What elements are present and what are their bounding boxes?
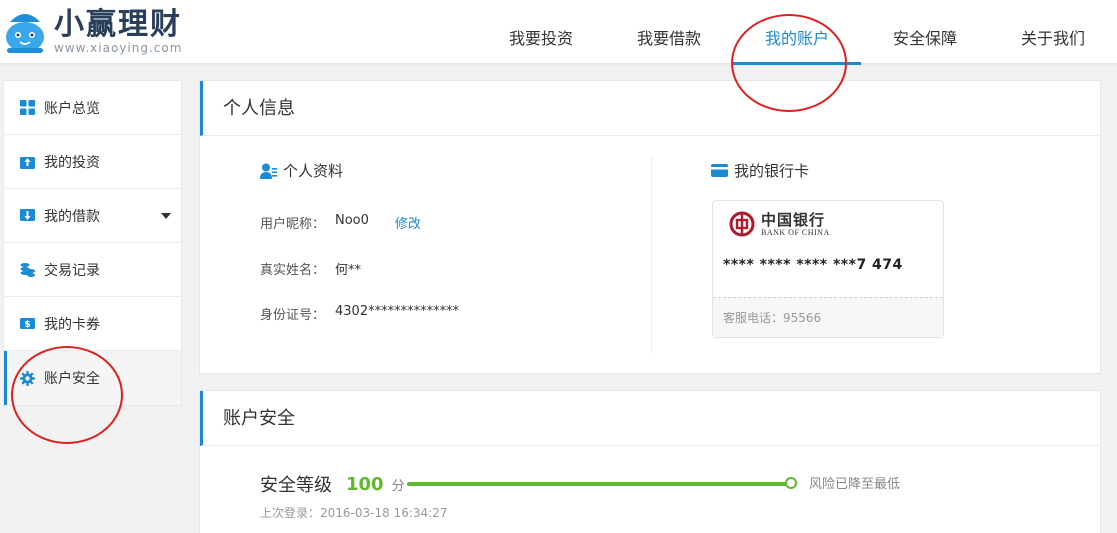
top-header: 小赢理财 www.xiaoying.com 我要投资 我要借款 我的账户 安全保… [0, 0, 1117, 65]
sidebar-item-label: 交易记录 [44, 262, 100, 279]
id-number-label: 身份证号： [260, 308, 326, 323]
coupon-icon: $ [20, 316, 35, 331]
security-score-unit: 分 [391, 478, 405, 494]
bankcard-title: 我的银行卡 [734, 162, 810, 180]
column-divider [651, 157, 652, 353]
nav-invest[interactable]: 我要投资 [477, 0, 605, 64]
nickname-label: 用户昵称： [260, 217, 326, 232]
profile-heading: 个人资料 [260, 160, 343, 181]
security-level-label: 安全等级 [260, 475, 332, 496]
realname-label: 真实姓名： [260, 263, 326, 278]
nickname-value: Noo0 [335, 213, 369, 228]
svg-text:$: $ [24, 320, 30, 330]
bankcard-heading: 我的银行卡 [711, 160, 809, 181]
sidebar-item-label: 我的投资 [44, 154, 100, 171]
chevron-down-icon[interactable] [161, 213, 171, 219]
realname-row: 真实姓名： 何** [260, 259, 361, 278]
bank-name-en: BANK OF CHINA [761, 227, 830, 237]
loan-icon [20, 208, 35, 223]
sidebar-item-coupons[interactable]: $ 我的卡券 [4, 297, 181, 351]
panel-title-security: 账户安全 [200, 391, 1100, 446]
account-sidebar: 账户总览 我的投资 我的借款 交易记录 $ 我的卡券 账户安全 [3, 80, 182, 406]
security-progress-bar [407, 482, 791, 486]
nav-borrow[interactable]: 我要借款 [605, 0, 733, 64]
profile-title: 个人资料 [283, 162, 344, 180]
gear-icon [20, 370, 35, 386]
sidebar-item-investments[interactable]: 我的投资 [4, 135, 181, 189]
mascot-icon [4, 8, 46, 54]
main-nav: 我要投资 我要借款 我的账户 安全保障 关于我们 [477, 0, 1117, 65]
bank-name-cn: 中国银行 [761, 210, 826, 229]
personal-info-panel: 个人信息 个人资料 用户昵称： Noo0 修改 真实姓名： 何** 身份证号： … [199, 80, 1101, 374]
id-number-row: 身份证号： 4302************** [260, 304, 459, 323]
bank-of-china-logo: 中国银行 BANK OF CHINA [729, 211, 830, 237]
sidebar-item-overview[interactable]: 账户总览 [4, 81, 181, 135]
nav-security[interactable]: 安全保障 [861, 0, 989, 64]
bank-card[interactable]: 中国银行 BANK OF CHINA **** **** **** ***7 4… [712, 200, 944, 338]
grid-icon [20, 100, 35, 115]
card-number: **** **** **** ***7 474 [723, 257, 903, 273]
invest-icon [20, 154, 35, 169]
nav-my-account[interactable]: 我的账户 [733, 0, 861, 65]
realname-value: 何** [335, 263, 362, 278]
account-security-panel: 账户安全 安全等级 100 分 风险已降至最低 上次登录：2016-03-18 … [199, 390, 1101, 533]
panel-title-personal: 个人信息 [200, 81, 1100, 136]
sidebar-item-label: 账户安全 [44, 371, 100, 387]
brand-title: 小赢理财 [54, 7, 182, 42]
security-risk-text: 风险已降至最低 [809, 477, 901, 492]
last-login-time: 上次登录：2016-03-18 16:34:27 [260, 506, 448, 520]
sidebar-item-account-security[interactable]: 账户安全 [4, 351, 181, 405]
brand-url: www.xiaoying.com [54, 41, 183, 55]
sidebar-item-label: 账户总览 [44, 100, 100, 117]
security-level: 安全等级 100 分 [260, 471, 405, 497]
sidebar-item-label: 我的借款 [44, 208, 100, 225]
sidebar-item-transactions[interactable]: 交易记录 [4, 243, 181, 297]
security-score: 100 [346, 473, 384, 495]
user-card-icon [260, 163, 277, 179]
edit-nickname-link[interactable]: 修改 [395, 213, 421, 232]
sidebar-item-label: 我的卡券 [44, 316, 100, 333]
id-number-value: 4302************** [335, 304, 460, 319]
coins-icon [20, 262, 35, 277]
brand-logo[interactable]: 小赢理财 www.xiaoying.com [4, 8, 182, 54]
nav-about[interactable]: 关于我们 [989, 0, 1117, 64]
bank-service-phone: 客服电话：95566 [713, 297, 943, 337]
bank-card-icon [711, 164, 728, 177]
security-progress-end-dot [785, 477, 797, 489]
bank-of-china-icon [729, 211, 755, 237]
nickname-row: 用户昵称： Noo0 修改 [260, 213, 421, 232]
sidebar-item-loans[interactable]: 我的借款 [4, 189, 181, 243]
